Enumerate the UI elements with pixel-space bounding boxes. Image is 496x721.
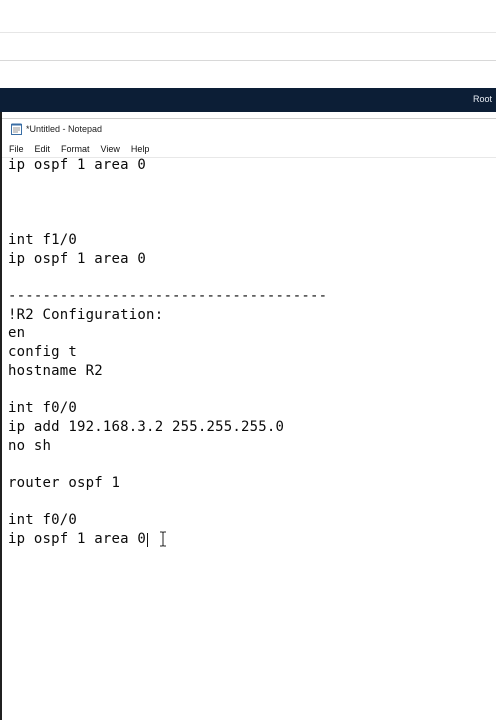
menu-view[interactable]: View — [95, 144, 125, 154]
menu-bar: File Edit Format View Help — [2, 141, 496, 157]
browser-top-area — [0, 0, 496, 88]
top-divider — [0, 32, 496, 33]
editor-line: config t — [8, 344, 78, 360]
notepad-window: *Untitled - Notepad File Edit Format Vie… — [2, 118, 496, 721]
title-bar[interactable]: *Untitled - Notepad — [2, 119, 496, 139]
editor-line: no sh — [8, 437, 52, 454]
text-editor[interactable]: ip ospf 1 area 0 int f1/0 ip ospf 1 area 0… — [2, 157, 496, 721]
editor-line: en — [8, 325, 26, 342]
ibeam-cursor-icon — [160, 531, 167, 547]
editor-line: ip ospf 1 area 0 — [8, 250, 147, 267]
menu-format[interactable]: Format — [55, 144, 95, 154]
taskbar-label: Root — [472, 94, 492, 104]
menu-help[interactable]: Help — [125, 144, 155, 154]
editor-line: ip ospf 1 area 0 — [8, 531, 147, 547]
menu-file[interactable]: File — [2, 144, 29, 154]
menu-edit[interactable]: Edit — [29, 144, 56, 154]
editor-line: hostname R2 — [8, 362, 103, 379]
editor-line: int f0/0 — [8, 512, 78, 529]
top-divider — [0, 60, 496, 61]
text-caret — [147, 533, 149, 547]
taskbar: Root — [0, 88, 496, 112]
window-title: *Untitled - Notepad — [26, 124, 103, 134]
editor-line: !R2 Configuration: — [8, 306, 164, 323]
editor-line: ip ospf 1 area 0 — [8, 157, 147, 173]
notepad-icon — [11, 123, 22, 135]
editor-line: router ospf 1 — [8, 474, 121, 491]
editor-line: ip add 192.168.3.2 255.255.255.0 — [8, 418, 285, 435]
editor-line: ------------------------------------- — [8, 287, 328, 304]
editor-line: int f1/0 — [8, 231, 78, 248]
editor-line: int f0/0 — [8, 400, 78, 417]
